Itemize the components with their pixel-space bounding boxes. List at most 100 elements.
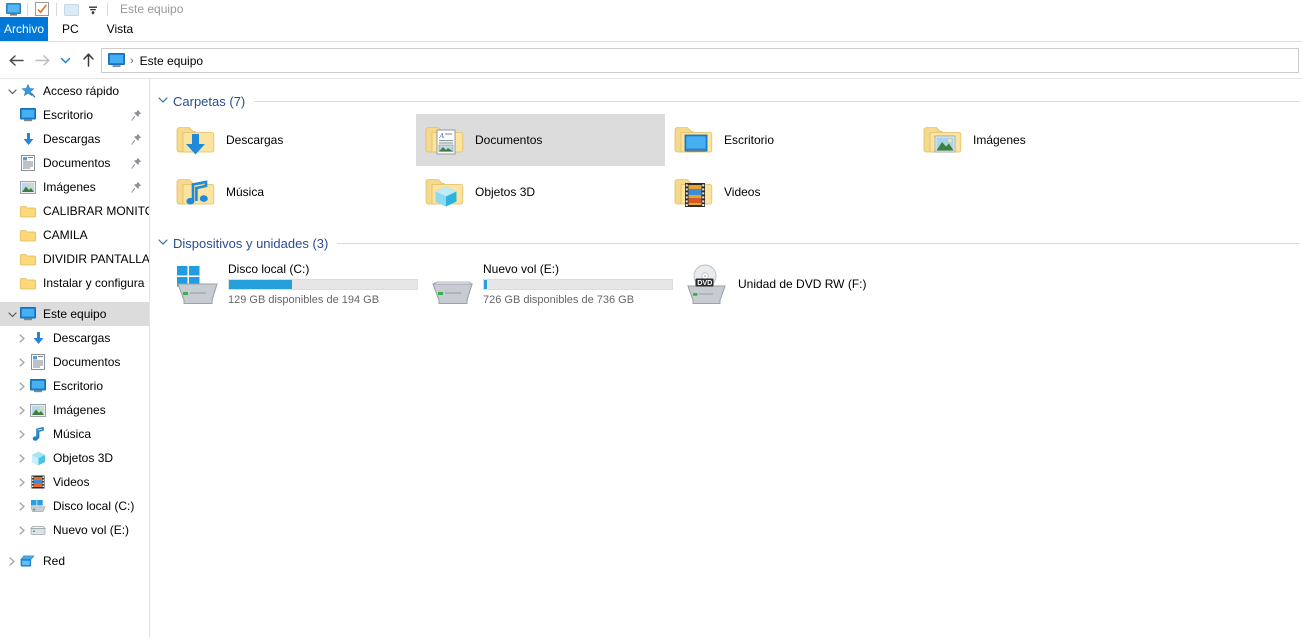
drive-usage-bar xyxy=(483,279,673,290)
list-item-label: Videos xyxy=(724,185,761,199)
sidebar-item-descargas-pc[interactable]: Descargas xyxy=(0,326,149,350)
folder-icon xyxy=(20,251,36,267)
documents-icon xyxy=(20,155,36,171)
list-item-documentos[interactable]: A Documentos xyxy=(416,114,665,166)
sidebar-item-nuevo-vol-e[interactable]: Nuevo vol (E:) xyxy=(0,518,149,542)
this-pc-icon xyxy=(20,306,36,322)
folder-icon[interactable] xyxy=(60,0,82,17)
breadcrumb-separator[interactable]: › xyxy=(130,55,134,67)
chevron-collapsed-icon[interactable] xyxy=(14,357,30,367)
pin-icon[interactable] xyxy=(127,181,145,193)
list-item-nuevo-vol-e[interactable]: Nuevo vol (E:) 726 GB disponibles de 736… xyxy=(422,256,677,312)
list-item-label: Escritorio xyxy=(724,133,775,147)
chevron-collapsed-icon[interactable] xyxy=(14,381,30,391)
list-item-label: Imágenes xyxy=(973,133,1026,147)
list-item-unidad-dvd-rw-f[interactable]: DVD Unidad de DVD RW (F:) xyxy=(677,256,932,312)
window-title: Este equipo xyxy=(120,2,184,16)
breadcrumb-path[interactable]: Este equipo xyxy=(140,54,203,68)
navigation-pane[interactable]: Acceso rápido Escritorio Descargas Docum… xyxy=(0,79,150,637)
chevron-expanded-icon[interactable] xyxy=(4,87,20,96)
chevron-down-icon[interactable] xyxy=(82,0,104,17)
list-item-disco-local-c[interactable]: Disco local (C:) 129 GB disponibles de 1… xyxy=(167,256,422,312)
sidebar-item-instalar-y-configurar[interactable]: Instalar y configura xyxy=(0,271,149,295)
tab-vista[interactable]: Vista xyxy=(93,17,147,41)
sidebar-label: Escritorio xyxy=(43,108,94,122)
sidebar-item-este-equipo[interactable]: Este equipo xyxy=(0,302,149,326)
chevron-collapsed-icon[interactable] xyxy=(14,429,30,439)
pin-icon[interactable] xyxy=(127,133,145,145)
properties-icon[interactable] xyxy=(31,0,53,17)
folder-icon xyxy=(20,227,36,243)
downloads-icon xyxy=(30,330,46,346)
pictures-icon xyxy=(20,179,36,195)
sidebar-label: Disco local (C:) xyxy=(53,499,135,513)
documents-icon xyxy=(30,354,46,370)
sidebar-item-documentos-pc[interactable]: Documentos xyxy=(0,350,149,374)
sidebar-item-descargas-qa[interactable]: Descargas xyxy=(0,127,149,151)
downloads-icon xyxy=(20,131,36,147)
sidebar-label: Documentos xyxy=(43,156,111,170)
sidebar-item-dividir-pantalla[interactable]: DIVIDIR PANTALLA xyxy=(0,247,149,271)
list-item-musica[interactable]: Música xyxy=(167,166,416,218)
chevron-expanded-icon[interactable] xyxy=(158,96,168,107)
file-list-pane[interactable]: Carpetas (7) Descargas A Documentos Escr… xyxy=(151,79,1302,637)
pin-icon[interactable] xyxy=(127,157,145,169)
chevron-collapsed-icon[interactable] xyxy=(14,333,30,343)
list-item-objetos-3d[interactable]: Objetos 3D xyxy=(416,166,665,218)
sidebar-item-videos-pc[interactable]: Videos xyxy=(0,470,149,494)
chevron-collapsed-icon[interactable] xyxy=(14,525,30,535)
sidebar-item-documentos-qa[interactable]: Documentos xyxy=(0,151,149,175)
up-button[interactable] xyxy=(75,46,101,74)
group-header-carpetas[interactable]: Carpetas (7) xyxy=(151,90,1302,112)
sidebar-item-imagenes-qa[interactable]: Imágenes xyxy=(0,175,149,199)
sidebar-label: DIVIDIR PANTALLA xyxy=(43,252,149,266)
recent-locations-button[interactable] xyxy=(55,46,75,74)
sidebar-item-musica-pc[interactable]: Música xyxy=(0,422,149,446)
list-item-imagenes[interactable]: Imágenes xyxy=(914,114,1163,166)
sidebar-label: Instalar y configura xyxy=(43,276,145,290)
sidebar-item-red[interactable]: Red xyxy=(0,549,149,573)
sidebar-item-escritorio-pc[interactable]: Escritorio xyxy=(0,374,149,398)
chevron-collapsed-icon[interactable] xyxy=(14,453,30,463)
sidebar-label: Música xyxy=(53,427,92,441)
folder-pictures-icon xyxy=(921,119,963,161)
chevron-expanded-icon[interactable] xyxy=(158,238,168,249)
svg-text:A: A xyxy=(438,131,444,140)
sidebar-item-calibrar-monitor[interactable]: CALIBRAR MONITO xyxy=(0,199,149,223)
sidebar-label: Documentos xyxy=(53,355,121,369)
drive-info: Nuevo vol (E:) 726 GB disponibles de 736… xyxy=(483,262,675,306)
address-bar[interactable]: › Este equipo xyxy=(101,48,1299,73)
chevron-collapsed-icon[interactable] xyxy=(14,405,30,415)
list-item-videos[interactable]: Videos xyxy=(665,166,914,218)
sidebar-label: Imágenes xyxy=(53,403,106,417)
group-header-dispositivos[interactable]: Dispositivos y unidades (3) xyxy=(151,232,1302,254)
group-divider xyxy=(254,100,1299,102)
chevron-collapsed-icon[interactable] xyxy=(4,556,20,566)
chevron-collapsed-icon[interactable] xyxy=(14,477,30,487)
list-item-descargas[interactable]: Descargas xyxy=(167,114,416,166)
explorer-icon[interactable] xyxy=(2,0,24,17)
chevron-expanded-icon[interactable] xyxy=(4,310,20,319)
group-title: Carpetas (7) xyxy=(173,93,246,109)
folder-videos-icon xyxy=(672,171,714,213)
list-item-label: Documentos xyxy=(475,133,543,147)
sidebar-label: Red xyxy=(43,554,66,568)
sidebar-item-disco-local-c[interactable]: Disco local (C:) xyxy=(0,494,149,518)
tab-archivo[interactable]: Archivo xyxy=(0,17,48,41)
objects3d-icon xyxy=(30,450,46,466)
pin-icon[interactable] xyxy=(127,109,145,121)
list-item-escritorio[interactable]: Escritorio xyxy=(665,114,914,166)
sidebar-item-escritorio-qa[interactable]: Escritorio xyxy=(0,103,149,127)
sidebar-item-acceso-rapido[interactable]: Acceso rápido xyxy=(0,79,149,103)
chevron-collapsed-icon[interactable] xyxy=(14,501,30,511)
tab-pc[interactable]: PC xyxy=(48,17,93,41)
drive-usage-fill xyxy=(229,280,292,289)
this-pc-icon xyxy=(108,53,125,68)
back-button[interactable] xyxy=(3,46,29,74)
sidebar-item-camila[interactable]: CAMILA xyxy=(0,223,149,247)
sidebar-label: Descargas xyxy=(53,331,111,345)
music-icon xyxy=(30,426,46,442)
sidebar-item-objetos-3d-pc[interactable]: Objetos 3D xyxy=(0,446,149,470)
forward-button[interactable] xyxy=(29,46,55,74)
sidebar-item-imagenes-pc[interactable]: Imágenes xyxy=(0,398,149,422)
